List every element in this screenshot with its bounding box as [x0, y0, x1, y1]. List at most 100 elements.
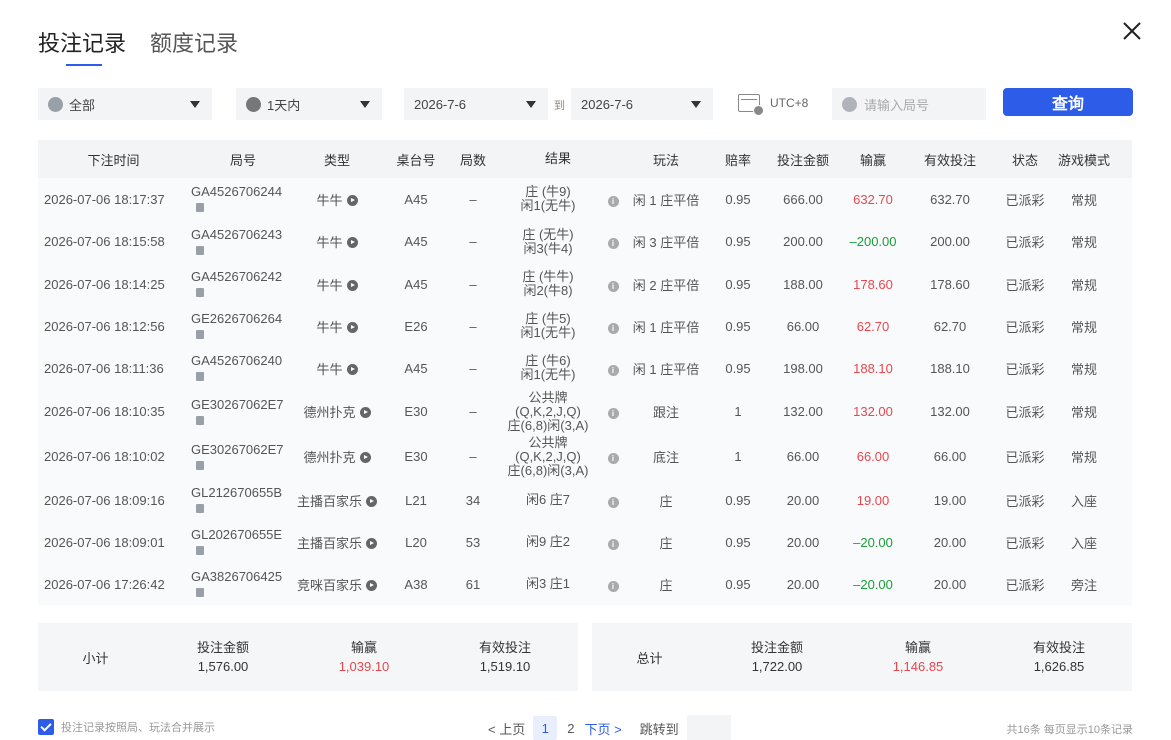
play-replay-icon[interactable]: [359, 452, 371, 463]
info-icon[interactable]: i: [607, 364, 619, 376]
round-count: 53: [465, 534, 481, 550]
bet-amount: 198.00: [783, 360, 823, 376]
tab-bar: 投注记录 额度记录: [38, 28, 262, 66]
period-value: 1天内: [267, 97, 301, 113]
info-icon[interactable]: i: [607, 538, 619, 550]
game-type: 牛牛: [316, 319, 343, 335]
play-replay-icon[interactable]: [346, 321, 358, 333]
close-icon[interactable]: [1121, 20, 1143, 42]
table-row: 2026-07-06 18:17:37 GA4526706244 牛牛 A45– 庄 (…: [38, 178, 1132, 220]
total-bet-value: 1,722.00: [751, 659, 803, 674]
copy-icon[interactable]: [196, 372, 204, 382]
result-cell: 庄 (无牛) 闲3(牛4): [493, 227, 603, 256]
result-cell: 庄 (牛牛) 闲2(牛8): [493, 270, 603, 298]
copy-icon[interactable]: [196, 245, 204, 255]
play-replay-icon[interactable]: [346, 237, 358, 248]
play-replay-icon[interactable]: [346, 194, 358, 206]
round-id: GE2626706264: [191, 311, 283, 326]
result-line: 闲3 庄1: [525, 576, 571, 591]
date-to-select[interactable]: 2026-7-6: [571, 88, 713, 120]
win-loss: –200.00: [849, 234, 897, 249]
play-replay-icon[interactable]: [359, 407, 371, 418]
status: 已派彩: [1005, 577, 1045, 593]
bet-time: 2026-07-06 17:26:42: [44, 576, 165, 592]
jump-page-input[interactable]: [686, 715, 731, 740]
info-icon[interactable]: i: [607, 496, 619, 508]
game-type-cell: 牛牛: [295, 359, 379, 378]
active-tab-underline: [66, 64, 102, 66]
total-bet-label: 投注金额: [750, 640, 803, 655]
valid-bet: 632.70: [930, 191, 970, 207]
play-type: 庄: [659, 493, 673, 509]
bet-time: 2026-07-06 18:12:56: [44, 318, 165, 334]
query-button[interactable]: 查询: [1003, 88, 1133, 116]
period-select[interactable]: 1天内: [236, 88, 382, 120]
odds: 0.95: [725, 191, 751, 207]
play-replay-icon[interactable]: [366, 495, 377, 507]
result-line: 庄 (牛牛): [522, 269, 574, 284]
info-icon[interactable]: i: [607, 280, 619, 292]
copy-icon[interactable]: [196, 504, 204, 514]
copy-icon[interactable]: [196, 330, 204, 340]
info-icon[interactable]: i: [607, 453, 619, 464]
result-line: 闲1(无牛): [520, 325, 576, 340]
result-line: 闲3(牛4): [523, 240, 573, 256]
play-replay-icon[interactable]: [346, 279, 358, 291]
win-loss: 178.60: [853, 276, 893, 292]
play-replay-icon[interactable]: [366, 579, 377, 591]
result-line: (Q,K,2,J,Q): [515, 448, 581, 464]
table-number: A45: [404, 234, 428, 249]
result-info: i: [603, 192, 623, 207]
valid-bet: 132.00: [930, 404, 970, 419]
copy-icon[interactable]: [196, 460, 204, 470]
round-id: GA4526706244: [191, 184, 283, 199]
odds: 0.95: [725, 492, 751, 508]
play-replay-icon[interactable]: [366, 537, 377, 549]
game-mode: 常规: [1070, 277, 1097, 293]
tab-bet-records[interactable]: 投注记录: [38, 28, 126, 66]
info-icon[interactable]: i: [607, 580, 619, 592]
copy-icon[interactable]: [196, 546, 204, 556]
game-type-cell: 主播百家乐: [295, 533, 379, 552]
copy-icon[interactable]: [196, 288, 204, 298]
result-cell: 闲6 庄7: [493, 493, 603, 507]
date-to-value: 2026-7-6: [581, 96, 634, 112]
date-from-select[interactable]: 2026-7-6: [404, 88, 548, 120]
table-row: 2026-07-06 18:09:16 GL212670655B 主播百家乐 L21 3…: [38, 479, 1132, 521]
pagination: < 上页 1 2 下页 > 跳转到: [488, 714, 731, 740]
copy-icon[interactable]: [196, 203, 204, 213]
copy-icon[interactable]: [196, 415, 204, 425]
info-icon[interactable]: i: [607, 238, 619, 249]
round-id: GA4526706243: [191, 226, 283, 242]
date-range-separator: 到: [554, 100, 565, 112]
win-loss: 62.70: [856, 318, 890, 334]
col-result-header: 结果: [544, 151, 571, 166]
tab-credit-records[interactable]: 额度记录: [150, 28, 238, 64]
next-page-button[interactable]: 下页 >: [584, 719, 621, 738]
result-cell: 闲9 庄2: [493, 535, 603, 549]
page-1-button[interactable]: 1: [533, 716, 558, 740]
prev-page-button[interactable]: < 上页: [488, 719, 525, 738]
page-2-button[interactable]: 2: [567, 721, 574, 736]
game-category-icon: [48, 96, 63, 112]
check-icon: [38, 719, 54, 735]
copy-icon[interactable]: [196, 588, 204, 598]
table-footer: 投注记录按照局、玩法合并展示 < 上页 1 2 下页 > 跳转到 共16条 每页…: [38, 714, 1133, 740]
play-replay-icon[interactable]: [346, 363, 358, 375]
game-type-cell: 牛牛: [295, 317, 379, 336]
bet-amount: 20.00: [786, 576, 820, 592]
category-select[interactable]: 全部: [38, 88, 212, 120]
info-icon[interactable]: i: [607, 408, 619, 419]
merge-records-checkbox[interactable]: 投注记录按照局、玩法合并展示: [38, 719, 215, 735]
round-id: GA4526706242: [191, 269, 283, 284]
win-loss: 132.00: [853, 404, 893, 419]
win-loss: 19.00: [856, 492, 890, 508]
timezone-selector[interactable]: UTC+8: [738, 94, 808, 116]
info-icon[interactable]: i: [607, 195, 619, 207]
table-number: L21: [405, 492, 427, 508]
info-icon[interactable]: i: [607, 322, 619, 334]
round-id-search-input[interactable]: 请输入局号: [832, 88, 986, 120]
result-cell: 公共牌 (Q,K,2,J,Q) 庄(6,8)闲(3,A): [493, 390, 603, 433]
col-table-header: 桌台号: [396, 152, 436, 168]
round-count: –: [469, 404, 477, 419]
